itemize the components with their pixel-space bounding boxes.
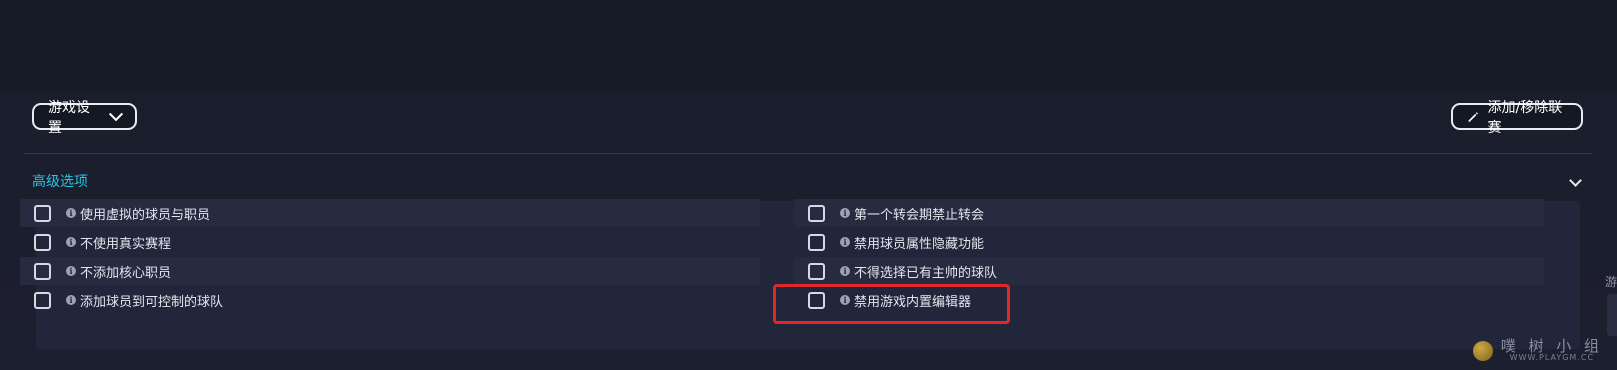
option-checkbox[interactable] [34,204,51,222]
watermark-en: WWW.PLAYGM.CC [1509,353,1595,362]
option-checkbox[interactable] [808,262,825,280]
add-remove-league-label: 添加/移除联赛 [1487,99,1563,136]
option-row: i 使用虚拟的球员与职员 [20,199,760,227]
info-icon[interactable]: i [840,266,850,276]
option-row: i 添加球员到可控制的球队 [20,286,760,314]
option-checkbox[interactable] [34,262,51,280]
option-row: i 第一个转会期禁止转会 [794,199,1544,227]
game-settings-dropdown[interactable]: 游戏设置 [32,100,137,136]
option-checkbox[interactable] [808,291,825,309]
option-label: 不使用真实赛程 [80,236,172,252]
info-icon[interactable]: i [840,208,850,218]
option-label: 使用虚拟的球员与职员 [80,207,211,223]
info-icon[interactable]: i [66,295,76,305]
info-icon[interactable]: i [840,237,850,247]
info-icon[interactable]: i [66,208,76,218]
option-label: 第一个转会期禁止转会 [854,207,985,223]
watermark: 噗 树 小 组 WWW.PLAYGM.CC [1472,339,1603,362]
info-icon[interactable]: i [66,237,76,247]
option-row: i 不得选择已有主帅的球队 [794,257,1544,285]
divider [24,153,1592,154]
option-row: i 禁用游戏内置编辑器 [794,286,1544,314]
option-label: 不得选择已有主帅的球队 [854,265,998,281]
info-icon[interactable]: i [66,266,76,276]
option-checkbox[interactable] [808,204,825,222]
add-remove-league-button[interactable]: 添加/移除联赛 [1451,100,1583,136]
option-label: 禁用球员属性隐藏功能 [854,236,985,252]
watermark-logo [1472,340,1493,361]
option-label: 添加球员到可控制的球队 [80,294,224,310]
side-panel-tab[interactable] [1607,294,1617,336]
side-panel-glyph: 游 [1604,275,1617,289]
info-icon[interactable]: i [840,295,850,305]
option-label: 禁用游戏内置编辑器 [854,294,972,310]
chevron-down-icon [109,106,124,121]
option-row: i 禁用球员属性隐藏功能 [794,228,1544,256]
section-title[interactable]: 高级选项 [32,171,88,191]
option-row: i 不使用真实赛程 [20,228,760,256]
option-checkbox[interactable] [34,233,51,251]
game-settings-page: 游戏设置 添加/移除联赛 高级选项 i 使用虚拟的球员与职员 i 不使用真实赛程… [0,0,1617,370]
option-row: i 不添加核心职员 [20,257,760,285]
watermark-cn: 噗 树 小 组 [1500,337,1603,355]
top-area [0,0,1617,90]
pencil-icon [1468,111,1478,122]
game-settings-label: 游戏设置 [48,99,90,136]
chevron-down-icon[interactable] [1569,174,1582,187]
option-checkbox[interactable] [808,233,825,251]
watermark-text: 噗 树 小 组 WWW.PLAYGM.CC [1501,339,1603,362]
option-checkbox[interactable] [34,291,51,309]
option-label: 不添加核心职员 [80,265,172,281]
